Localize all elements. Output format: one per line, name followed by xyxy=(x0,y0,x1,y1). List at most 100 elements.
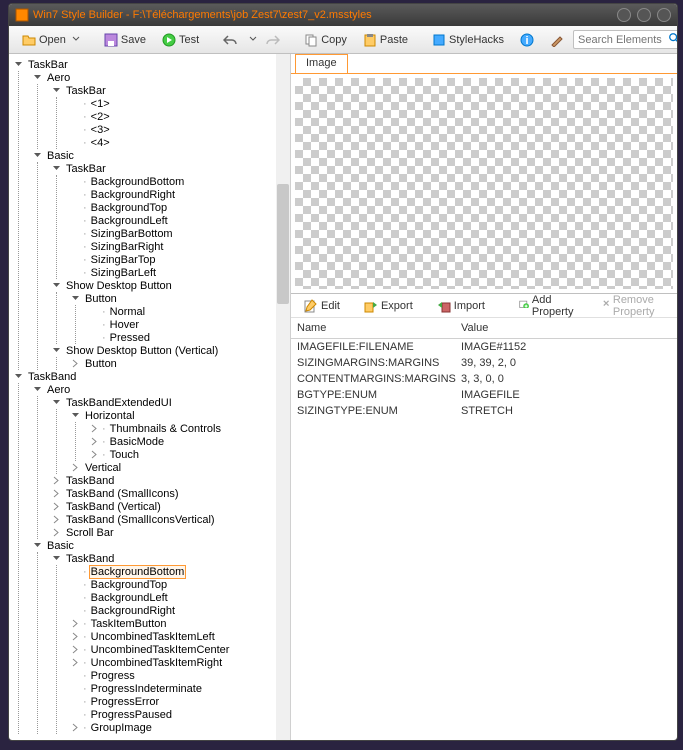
tree-collapse-icon[interactable] xyxy=(89,423,100,434)
property-row[interactable]: SIZINGMARGINS:MARGINS39, 39, 2, 0 xyxy=(291,355,677,371)
remove-property-button[interactable]: Remove Property xyxy=(595,291,671,321)
tree-panel[interactable]: TaskBarAeroTaskBar·<1>·<2>·<3>·<4>BasicT… xyxy=(9,54,291,740)
tree-item[interactable]: Vertical xyxy=(70,461,290,474)
chevron-down-icon[interactable] xyxy=(246,34,257,46)
undo-button[interactable] xyxy=(216,30,244,50)
tree-item[interactable]: ·ProgressPaused xyxy=(70,708,290,721)
tree-collapse-icon[interactable] xyxy=(70,462,81,473)
stylehacks-button[interactable]: StyleHacks xyxy=(425,30,511,50)
tree-item[interactable]: Show Desktop Button xyxy=(51,279,290,292)
tree-collapse-icon[interactable] xyxy=(51,488,62,499)
tree-item[interactable]: ·Touch xyxy=(89,448,290,461)
paste-button[interactable]: Paste xyxy=(356,30,415,50)
tree-item[interactable]: ·UncombinedTaskItemCenter xyxy=(70,643,290,656)
tree-scrollbar[interactable] xyxy=(276,54,290,740)
tree-item[interactable]: Aero xyxy=(32,71,290,84)
redo-button[interactable] xyxy=(259,30,287,50)
tree-expand-icon[interactable] xyxy=(32,150,43,161)
save-button[interactable]: Save xyxy=(97,30,153,50)
tree-item[interactable]: ·GroupImage xyxy=(70,721,290,734)
tree-item[interactable]: Show Desktop Button (Vertical) xyxy=(51,344,290,357)
tree-expand-icon[interactable] xyxy=(70,293,81,304)
tree-collapse-icon[interactable] xyxy=(51,527,62,538)
tree-item[interactable]: TaskBand xyxy=(51,474,290,487)
tree-expand-icon[interactable] xyxy=(70,410,81,421)
tree-item[interactable]: TaskBand (SmallIcons) xyxy=(51,487,290,500)
export-button[interactable]: Export xyxy=(357,296,420,316)
tree-item[interactable]: ·TaskItemButton xyxy=(70,617,290,630)
edit-button[interactable]: Edit xyxy=(297,296,347,316)
tree-expand-icon[interactable] xyxy=(51,85,62,96)
tree-collapse-icon[interactable] xyxy=(70,618,81,629)
tree-item[interactable]: ·BackgroundLeft xyxy=(70,591,290,604)
info-button[interactable]: i xyxy=(513,30,541,50)
tree-expand-icon[interactable] xyxy=(32,540,43,551)
maximize-button[interactable] xyxy=(637,8,651,22)
minimize-button[interactable] xyxy=(617,8,631,22)
tree-item[interactable]: ·SizingBarTop xyxy=(70,253,290,266)
tree-item[interactable]: ·SizingBarLeft xyxy=(70,266,290,279)
copy-button[interactable]: Copy xyxy=(297,30,354,50)
tree-item[interactable]: ·ProgressError xyxy=(70,695,290,708)
tree-item[interactable]: Aero xyxy=(32,383,290,396)
tool-button[interactable] xyxy=(543,30,571,50)
tree-collapse-icon[interactable] xyxy=(89,436,100,447)
tree-item[interactable]: ·<2> xyxy=(70,110,290,123)
tree-collapse-icon[interactable] xyxy=(70,631,81,642)
tree-collapse-icon[interactable] xyxy=(70,358,81,369)
tree-expand-icon[interactable] xyxy=(13,59,24,70)
tree-item[interactable]: Basic xyxy=(32,539,290,552)
tree-collapse-icon[interactable] xyxy=(70,657,81,668)
tree-expand-icon[interactable] xyxy=(51,397,62,408)
tree-item[interactable]: ·BasicMode xyxy=(89,435,290,448)
tree-item[interactable]: ·SizingBarBottom xyxy=(70,227,290,240)
property-row[interactable]: CONTENTMARGINS:MARGINS3, 3, 0, 0 xyxy=(291,371,677,387)
tree-item[interactable]: ·BackgroundRight xyxy=(70,188,290,201)
tree-item[interactable]: TaskBand xyxy=(13,370,290,383)
tree-item[interactable]: ·Progress xyxy=(70,669,290,682)
titlebar[interactable]: Win7 Style Builder - F:\Téléchargements\… xyxy=(9,4,677,26)
tree-collapse-icon[interactable] xyxy=(89,449,100,460)
tree-collapse-icon[interactable] xyxy=(70,722,81,733)
add-property-button[interactable]: Add Property xyxy=(512,291,585,321)
tree-item[interactable]: Button xyxy=(70,357,290,370)
tree-expand-icon[interactable] xyxy=(51,163,62,174)
tree-expand-icon[interactable] xyxy=(32,384,43,395)
open-button[interactable]: Open xyxy=(15,30,87,50)
search-icon[interactable] xyxy=(668,32,678,47)
search-box[interactable] xyxy=(573,30,678,49)
col-value-header[interactable]: Value xyxy=(455,318,677,338)
tree-item[interactable]: TaskBand xyxy=(51,552,290,565)
tree-item[interactable]: ·Hover xyxy=(89,318,290,331)
tree-item[interactable]: ·BackgroundLeft xyxy=(70,214,290,227)
tree-item[interactable]: TaskBar xyxy=(51,84,290,97)
tab-image[interactable]: Image xyxy=(295,54,348,73)
tree-item[interactable]: ·<1> xyxy=(70,97,290,110)
tree-expand-icon[interactable] xyxy=(13,371,24,382)
scrollbar-thumb[interactable] xyxy=(277,184,289,304)
tree-expand-icon[interactable] xyxy=(51,553,62,564)
tree-collapse-icon[interactable] xyxy=(51,475,62,486)
tree-item[interactable]: ·Thumbnails & Controls xyxy=(89,422,290,435)
tree-expand-icon[interactable] xyxy=(32,72,43,83)
tree-item[interactable]: ·<4> xyxy=(70,136,290,149)
tree-item[interactable]: Horizontal xyxy=(70,409,290,422)
tree-item[interactable]: TaskBandExtendedUI xyxy=(51,396,290,409)
property-row[interactable]: IMAGEFILE:FILENAMEIMAGE#1152 xyxy=(291,339,677,355)
search-input[interactable] xyxy=(578,34,668,46)
col-name-header[interactable]: Name xyxy=(291,318,455,338)
tree-collapse-icon[interactable] xyxy=(70,644,81,655)
test-button[interactable]: Test xyxy=(155,30,206,50)
tree-item[interactable]: ·UncombinedTaskItemLeft xyxy=(70,630,290,643)
tree-item[interactable]: ·SizingBarRight xyxy=(70,240,290,253)
tree-item[interactable]: TaskBar xyxy=(13,58,290,71)
property-row[interactable]: BGTYPE:ENUMIMAGEFILE xyxy=(291,387,677,403)
tree-item[interactable]: Scroll Bar xyxy=(51,526,290,539)
property-grid[interactable]: Name Value IMAGEFILE:FILENAMEIMAGE#1152S… xyxy=(291,318,677,740)
property-row[interactable]: SIZINGTYPE:ENUMSTRETCH xyxy=(291,403,677,419)
tree-item[interactable]: TaskBand (SmallIconsVertical) xyxy=(51,513,290,526)
tree-item[interactable]: ·BackgroundRight xyxy=(70,604,290,617)
tree-collapse-icon[interactable] xyxy=(51,514,62,525)
tree-item[interactable]: ·BackgroundTop xyxy=(70,578,290,591)
tree-item[interactable]: ·UncombinedTaskItemRight xyxy=(70,656,290,669)
